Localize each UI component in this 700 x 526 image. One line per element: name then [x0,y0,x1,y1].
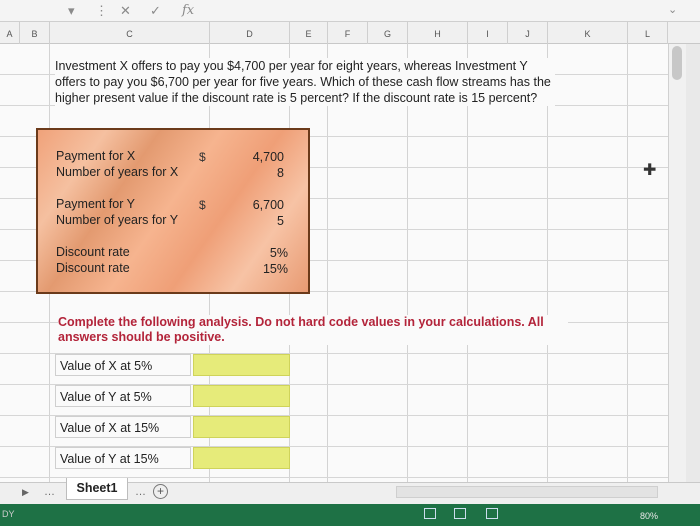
column-headers: A B C D E F G H I J K L [0,22,700,44]
column-header-i[interactable]: I [468,22,508,44]
answer-cell-value-x-15[interactable] [193,416,290,438]
years-x-value[interactable]: 8 [224,166,284,180]
normal-view-icon[interactable] [424,508,436,519]
column-header-c[interactable]: C [50,22,210,44]
payment-x-value[interactable]: 4,700 [224,150,284,164]
expand-formula-icon[interactable]: ⌄ [668,3,677,16]
column-header-l[interactable]: L [628,22,668,44]
plus-cursor-icon: ✚ [643,162,657,179]
more-tabs-icon[interactable]: … [44,486,55,498]
more-icon[interactable]: ⋮ [95,3,108,19]
fx-icon[interactable]: fx [182,3,194,18]
column-header-e[interactable]: E [290,22,328,44]
status-text: DY [2,509,15,519]
problem-text[interactable]: Investment X offers to pay you $4,700 pe… [55,58,555,106]
page-layout-icon[interactable] [454,508,466,519]
zoom-level[interactable]: 80% [640,511,658,521]
column-header-d[interactable]: D [210,22,290,44]
vertical-scrollbar[interactable] [668,44,686,482]
discount-rate-2-value[interactable]: 15% [228,262,288,276]
payment-y-currency: $ [199,198,206,212]
years-y-value[interactable]: 5 [224,214,284,228]
formula-bar: ▾ ⋮ ✕ ✓ fx ⌄ [0,0,700,22]
cancel-x-icon[interactable]: ✕ [120,3,131,19]
column-header-b[interactable]: B [20,22,50,44]
answer-cell-value-y-5[interactable] [193,385,290,407]
column-header-f[interactable]: F [328,22,368,44]
dropdown-icon[interactable]: ▾ [68,3,75,19]
question-value-x-5[interactable]: Value of X at 5% [55,354,191,376]
question-value-y-15[interactable]: Value of Y at 15% [55,447,191,469]
discount-rate-2-label[interactable]: Discount rate [56,261,130,275]
years-x-label[interactable]: Number of years for X [56,165,178,179]
horizontal-scrollbar[interactable] [396,486,658,498]
sheet-tab-sheet1[interactable]: Sheet1 [66,478,128,500]
add-sheet-icon[interactable]: + [153,484,168,499]
discount-rate-1-value[interactable]: 5% [228,246,288,260]
payment-y-value[interactable]: 6,700 [224,198,284,212]
check-icon[interactable]: ✓ [150,3,161,19]
vertical-scroll-thumb[interactable] [672,46,682,80]
answer-cell-value-x-5[interactable] [193,354,290,376]
column-header-k[interactable]: K [548,22,628,44]
payment-y-label[interactable]: Payment for Y [56,197,135,211]
column-header-a[interactable]: A [0,22,20,44]
payment-x-currency: $ [199,150,206,164]
column-header-h[interactable]: H [408,22,468,44]
discount-rate-1-label[interactable]: Discount rate [56,245,130,259]
tab-nav-icon[interactable]: ▶ [22,487,29,498]
years-y-label[interactable]: Number of years for Y [56,213,178,227]
instruction-text[interactable]: Complete the following analysis. Do not … [58,315,568,345]
more-tabs-icon[interactable]: … [135,486,146,498]
column-header-j[interactable]: J [508,22,548,44]
question-value-x-15[interactable]: Value of X at 15% [55,416,191,438]
column-header-g[interactable]: G [368,22,408,44]
payment-x-label[interactable]: Payment for X [56,149,135,163]
page-break-icon[interactable] [486,508,498,519]
question-value-y-5[interactable]: Value of Y at 5% [55,385,191,407]
status-bar: DY 80% [0,504,700,526]
answer-cell-value-y-15[interactable] [193,447,290,469]
